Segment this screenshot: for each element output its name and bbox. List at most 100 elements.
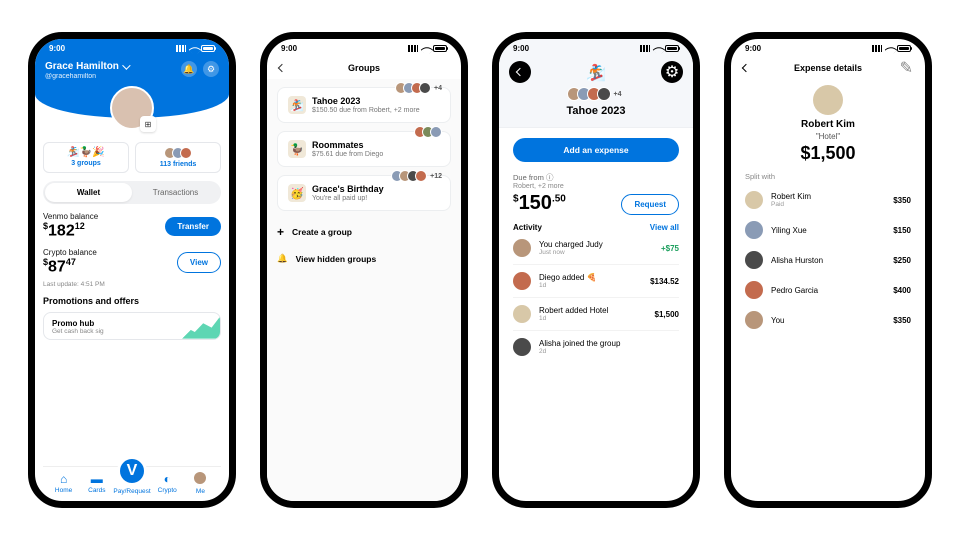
due-amount: $150.50 (513, 192, 566, 215)
crypto-balance-amount: $8747 (43, 257, 97, 276)
tab-transactions[interactable]: Transactions (132, 183, 219, 202)
gear-icon[interactable]: ⚙ (661, 61, 683, 83)
profile-avatar[interactable]: ⊞ (110, 86, 154, 130)
page-title: Groups (348, 63, 380, 73)
create-group-button[interactable]: +Create a group (277, 225, 451, 239)
promo-title: Promo hub (52, 319, 212, 328)
promotions-heading: Promotions and offers (43, 296, 221, 306)
edit-icon[interactable]: ✎ (900, 58, 913, 78)
payer-avatar (813, 85, 843, 115)
avatar (745, 251, 763, 269)
back-icon[interactable] (509, 61, 531, 83)
wifi-icon (421, 43, 434, 56)
activity-section: Activity View all You charged JudyJust no… (499, 215, 693, 363)
group-item[interactable]: +4 🏂 Tahoe 2023 $150.50 due from Robert,… (277, 87, 451, 123)
status-icons (640, 44, 679, 53)
battery-icon (433, 45, 447, 52)
split-row[interactable]: Pedro Garcia$400 (745, 275, 911, 305)
transfer-button[interactable]: Transfer (165, 217, 221, 236)
group-avatars: +4 (399, 82, 442, 94)
view-all-link[interactable]: View all (650, 223, 679, 232)
split-row[interactable]: Yiling Xue$150 (745, 215, 911, 245)
tab-me[interactable]: Me (184, 472, 217, 495)
wifi-icon (653, 43, 666, 56)
group-icon: 🏂 (288, 96, 306, 114)
avatar (513, 272, 531, 290)
group-icon: 🦆 (288, 140, 306, 158)
status-time: 9:00 (513, 44, 529, 53)
tab-cards[interactable]: ▬Cards (80, 473, 113, 494)
status-icons (872, 44, 911, 53)
groups-body: +4 🏂 Tahoe 2023 $150.50 due from Robert,… (267, 79, 461, 501)
activity-item[interactable]: Alisha joined the group2d (513, 331, 679, 363)
home-icon: ⌂ (60, 473, 67, 485)
activity-item[interactable]: Robert added Hotel1d$1,500 (513, 298, 679, 331)
group-avatars (418, 126, 442, 138)
member-avatars: +4 (509, 87, 683, 101)
card-icon: ▬ (91, 473, 103, 485)
due-from-label: Due from ⓘ (513, 172, 566, 183)
profile-header: Grace Hamilton @gracehamilton 🔔 ⚙ ⊞ (35, 57, 229, 118)
group-sub: $150.50 due from Robert, +2 more (288, 107, 440, 114)
battery-icon (201, 45, 215, 52)
groups-card[interactable]: 🏂🦆🎉 3 groups (43, 142, 129, 173)
avatar (513, 338, 531, 356)
group-name: Roommates (288, 140, 440, 150)
venmo-balance-title: Venmo balance (43, 212, 98, 221)
split-row[interactable]: Alisha Hurston$250 (745, 245, 911, 275)
status-bar: 9:00 (499, 39, 693, 57)
split-row[interactable]: Robert KimPaid$350 (745, 185, 911, 215)
groups-emoji: 🏂🦆🎉 (50, 147, 122, 158)
activity-heading: Activity (513, 223, 542, 232)
hidden-groups-button[interactable]: 🔔View hidden groups (277, 253, 451, 264)
tab-pay[interactable]: VPay/Request (113, 471, 150, 495)
phone-profile: 9:00 Grace Hamilton @gracehamilton 🔔 ⚙ ⊞… (28, 32, 236, 508)
qr-icon[interactable]: ⊞ (140, 116, 156, 132)
group-item[interactable]: +12 🥳 Grace's Birthday You're all paid u… (277, 175, 451, 211)
battery-icon (897, 45, 911, 52)
group-item[interactable]: 🦆 Roommates $75.61 due from Diego (277, 131, 451, 167)
notifications-icon[interactable]: 🔔 (181, 61, 197, 77)
status-bar: 9:00 (267, 39, 461, 57)
request-button[interactable]: Request (621, 194, 679, 215)
expense-item: "Hotel" (731, 132, 925, 141)
signal-icon (176, 45, 186, 52)
profile-name: Grace Hamilton (45, 61, 119, 72)
tab-wallet[interactable]: Wallet (45, 183, 132, 202)
group-icon: 🥳 (288, 184, 306, 202)
tab-home[interactable]: ⌂Home (47, 473, 80, 494)
avatar (745, 281, 763, 299)
battery-icon (665, 45, 679, 52)
friends-card[interactable]: 113 friends (135, 142, 221, 173)
status-time: 9:00 (49, 44, 65, 53)
view-button[interactable]: View (177, 252, 221, 273)
me-icon (194, 472, 206, 486)
status-bar: 9:00 (731, 39, 925, 57)
info-icon[interactable]: ⓘ (546, 173, 554, 182)
avatar (745, 221, 763, 239)
promo-card[interactable]: Promo hub Get cash back sig (43, 312, 221, 340)
status-time: 9:00 (745, 44, 761, 53)
tab-crypto[interactable]: ◐Crypto (151, 473, 184, 494)
pay-fab-icon[interactable]: V (117, 456, 147, 486)
groups-count: 3 groups (50, 160, 122, 167)
wifi-icon (189, 43, 202, 56)
back-icon[interactable] (278, 64, 286, 72)
phone-groups: 9:00 Groups +4 🏂 Tahoe 2023 $150.50 due … (260, 32, 468, 508)
tab-bar: ⌂Home ▬Cards VPay/Request ◐Crypto Me (43, 466, 221, 501)
status-icons (408, 44, 447, 53)
signal-icon (640, 45, 650, 52)
group-hero: ⚙ 🏂 +4 Tahoe 2023 (499, 57, 693, 128)
activity-item[interactable]: You charged JudyJust now+$75 (513, 232, 679, 265)
activity-item[interactable]: Diego added 🍕1d$134.52 (513, 265, 679, 298)
add-expense-button[interactable]: Add an expense (513, 138, 679, 162)
status-bar: 9:00 (35, 39, 229, 57)
back-icon[interactable] (742, 64, 750, 72)
header-icons: 🔔 ⚙ (181, 61, 219, 77)
gear-icon[interactable]: ⚙ (203, 61, 219, 77)
last-update: Last update: 4:51 PM (43, 281, 221, 288)
group-title: Tahoe 2023 (509, 105, 683, 117)
plus-icon: + (277, 225, 284, 239)
split-row[interactable]: You$350 (745, 305, 911, 335)
avatar (745, 191, 763, 209)
